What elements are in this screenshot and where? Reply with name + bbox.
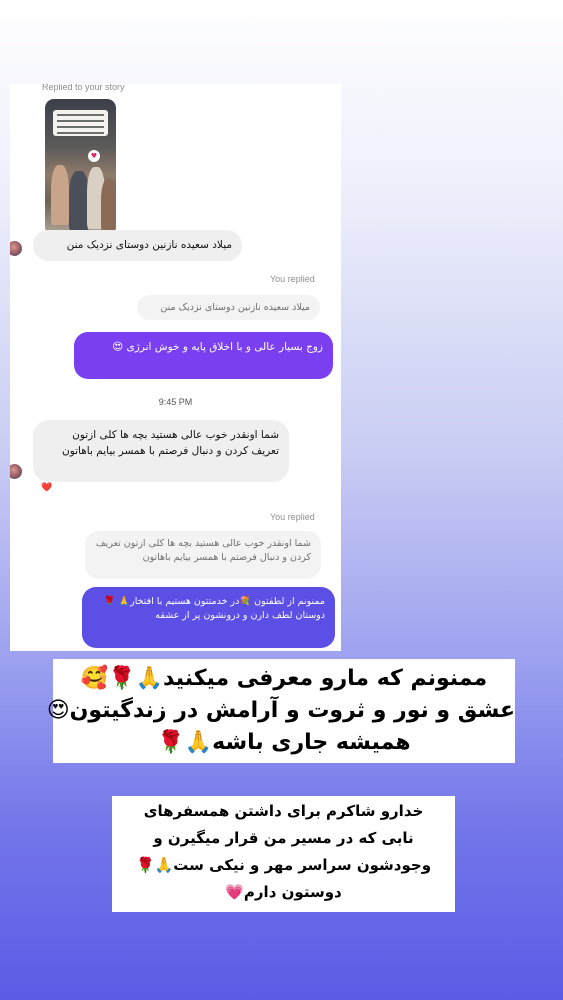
story-person xyxy=(51,165,69,225)
outgoing-message-1: زوج بسیار عالی و با اخلاق پایه و خوش انر… xyxy=(74,332,333,379)
quoted-message-1: میلاد سعیده نازنین دوستای نزدیک منن xyxy=(137,295,320,320)
you-replied-label: You replied xyxy=(270,274,315,284)
story-person xyxy=(101,179,116,231)
replied-to-story-label: Replied to your story xyxy=(42,84,125,92)
story-thumbnail[interactable]: ♥ xyxy=(45,99,116,236)
you-replied-label: You replied xyxy=(270,512,315,522)
story-caption-2: خدارو شاکرم برای داشتن همسفرهای نابی که … xyxy=(112,796,455,912)
incoming-message-2: شما اونقدر خوب عالی هستید بچه ها کلی ازت… xyxy=(33,420,289,482)
caption-2-line-4: دوستون دارم💗 xyxy=(225,883,342,901)
dm-screenshot: Replied to your story ♥ میلاد سعیده نازن… xyxy=(10,84,341,651)
caption-2-line-1: خدارو شاکرم برای داشتن همسفرهای xyxy=(143,802,424,820)
quoted-message-2: شما اونقدر خوب عالی هستید بچه ها کلی ازت… xyxy=(85,531,321,579)
story-person xyxy=(69,171,89,231)
caption-1-line-3: همیشه جاری باشه🙏🌹 xyxy=(157,730,411,755)
caption-1-line-2: عشق و نور و ثروت و آرامش در زندگیتون😍 xyxy=(46,698,515,723)
incoming-message-1: میلاد سعیده نازنین دوستای نزدیک منن xyxy=(33,230,242,261)
sender-avatar[interactable] xyxy=(10,241,22,256)
outgoing-message-2: ممنونم از لطفتون 💐در خدمتتون هستیم با اف… xyxy=(82,587,335,648)
heart-sticker-icon: ♥ xyxy=(88,150,100,162)
caption-2-line-2: نابی که در مسیر من قرار میگیرن و xyxy=(153,829,414,847)
message-timestamp: 9:45 PM xyxy=(158,397,193,407)
caption-2-line-3: وجودشون سراسر مهر و نیکی ست🙏🌹 xyxy=(135,856,432,874)
heart-reaction-icon[interactable]: ❤️ xyxy=(38,481,56,495)
sender-avatar[interactable] xyxy=(10,464,22,479)
story-caption-1: ممنونم که مارو معرفی میکنید🙏🌹🥰 عشق و نور… xyxy=(46,659,515,763)
story-text-card xyxy=(53,110,108,136)
caption-1-line-1: ممنونم که مارو معرفی میکنید🙏🌹🥰 xyxy=(80,666,488,691)
